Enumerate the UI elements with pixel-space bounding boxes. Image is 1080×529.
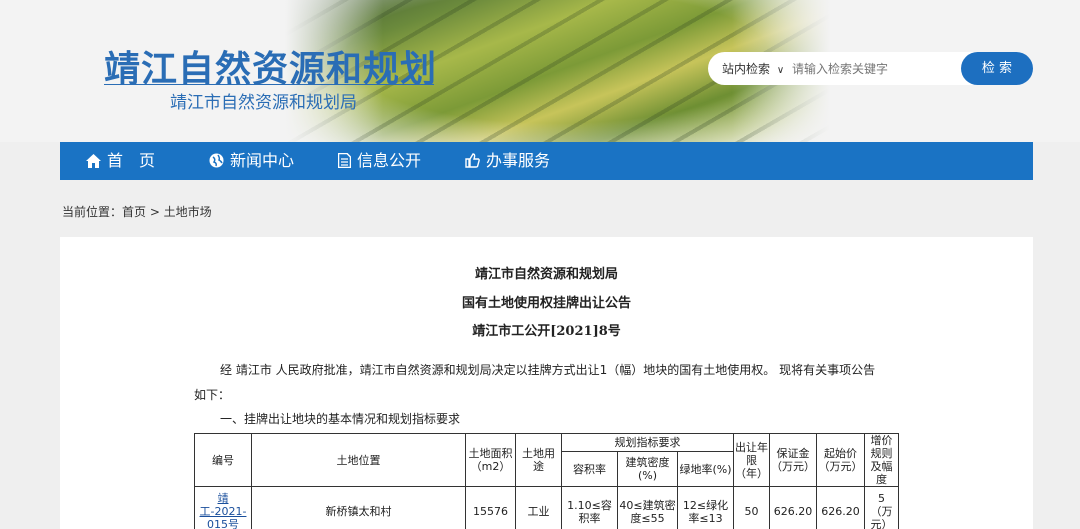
header-far: 容积率: [561, 451, 618, 487]
cell-term: 50: [733, 486, 770, 529]
document-title: 国有土地使用权挂牌出让公告: [461, 296, 631, 311]
header-term: 出让年限（年）: [733, 433, 770, 487]
cell-green: 12≤绿化率≤13: [677, 486, 734, 529]
globe-icon: [209, 153, 224, 168]
breadcrumb: 当前位置：首页 > 土地市场: [62, 205, 212, 219]
search-scope-select[interactable]: 站内检索 ∨: [722, 60, 784, 77]
search-button[interactable]: 检 索: [961, 52, 1033, 85]
table-row: 靖工-2021-015号 新桥镇太和村 15576 工业 1.10≤容积率 40…: [194, 486, 899, 529]
land-table: 编号 土地位置 土地面积（m2） 土地用途 规划指标要求 出让年限（年） 保证金…: [194, 432, 899, 529]
cell-area: 15576: [465, 486, 516, 529]
header-start-price: 起始价（万元）: [816, 433, 865, 487]
main-nav: 首 页 新闻中心 信息公开 办事服务: [60, 142, 1033, 180]
search-scope-label: 站内检索: [722, 62, 771, 76]
cell-start-price: 626.20: [816, 486, 865, 529]
header: 靖江自然资源和规划 靖江市自然资源和规划局 站内检索 ∨ 检 索: [0, 0, 1080, 142]
header-density: 建筑密度(%): [617, 451, 678, 487]
nav-item-home[interactable]: 首 页: [86, 142, 155, 180]
header-area: 土地面积（m2）: [465, 433, 516, 487]
intro-paragraph-end: 如下：: [194, 388, 231, 402]
chevron-down-icon: ∨: [776, 65, 785, 76]
nav-label: 信息公开: [357, 151, 422, 170]
nav-item-info[interactable]: 信息公开: [337, 142, 422, 180]
header-deposit: 保证金（万元）: [769, 433, 817, 487]
header-green: 绿地率(%): [677, 451, 734, 487]
intro-paragraph: 经 靖江市 人民政府批准，靖江市自然资源和规划局决定以挂牌方式出让1（幅）地块的…: [220, 363, 876, 377]
cell-far: 1.10≤容积率: [561, 486, 618, 529]
cell-increment: 5 （万元）: [864, 486, 899, 529]
nav-label: 办事服务: [486, 151, 551, 170]
cell-deposit: 626.20: [769, 486, 817, 529]
nav-label: 新闻中心: [230, 151, 295, 170]
cell-location: 新桥镇太和村: [251, 486, 466, 529]
home-icon: [86, 154, 101, 168]
nav-item-services[interactable]: 办事服务: [465, 142, 550, 180]
header-location: 土地位置: [251, 433, 466, 487]
cell-density: 40≤建筑密度≤55: [617, 486, 678, 529]
document-icon: [337, 152, 352, 169]
title-divider: [104, 84, 434, 85]
header-use: 土地用途: [515, 433, 562, 487]
cell-use: 工业: [515, 486, 562, 529]
article-content: 靖江市自然资源和规划局 国有土地使用权挂牌出让公告 靖江市工公开[2021]8号…: [60, 237, 1033, 529]
search-box: 站内检索 ∨ 检 索: [708, 52, 1033, 85]
section-heading: 一、挂牌出让地块的基本情况和规划指标要求: [220, 412, 461, 426]
header-planning: 规划指标要求: [561, 432, 734, 453]
header-id: 编号: [194, 433, 252, 487]
land-id-link[interactable]: 靖工-2021-015号: [200, 492, 247, 529]
thumbs-up-icon: [465, 153, 480, 168]
document-number: 靖江市工公开[2021]8号: [472, 324, 621, 339]
header-increment: 增价规则及幅度: [864, 433, 899, 487]
document-org: 靖江市自然资源和规划局: [474, 267, 618, 282]
nav-item-news[interactable]: 新闻中心: [209, 142, 294, 180]
cell-id[interactable]: 靖工-2021-015号: [194, 486, 252, 529]
search-input[interactable]: [792, 56, 952, 81]
nav-label: 首 页: [107, 151, 156, 170]
site-subtitle: 靖江市自然资源和规划局: [170, 93, 357, 113]
